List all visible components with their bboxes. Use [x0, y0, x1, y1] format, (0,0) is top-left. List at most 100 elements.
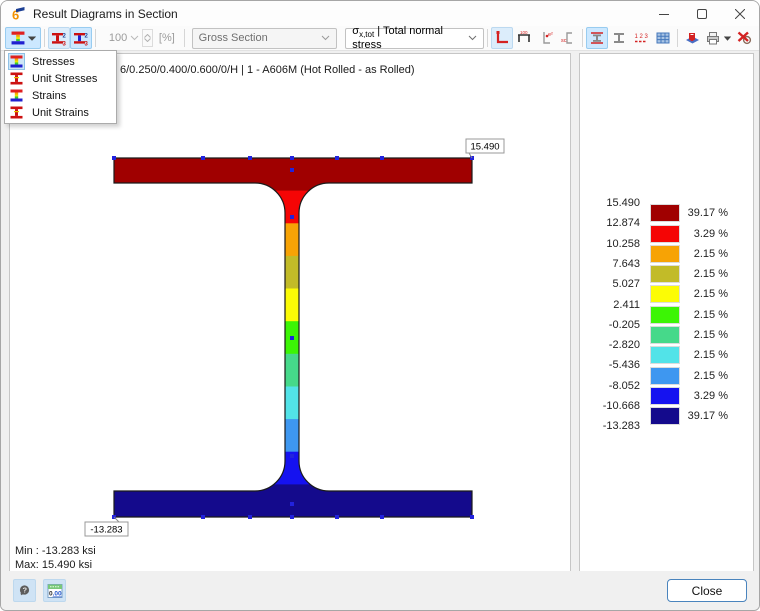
decimal-places-icon: 0.00 [47, 583, 63, 599]
legend-color-band [650, 245, 680, 263]
menu-item-label: Strains [32, 90, 66, 102]
plain-section-button[interactable] [608, 27, 630, 49]
menu-item-strains[interactable]: Strains [5, 87, 116, 104]
svg-text:3: 3 [85, 41, 89, 46]
menu-item-unit-stresses[interactable]: Unit Stresses [5, 70, 116, 87]
svg-text:sc: sc [561, 38, 567, 44]
svg-text:?: ? [22, 585, 27, 594]
toolbar-separator [95, 29, 96, 47]
toolbar-separator [184, 29, 185, 47]
legend-percent: 2.15 % [684, 308, 728, 322]
menu-item-label: Stresses [32, 56, 75, 68]
legend-color-band [650, 346, 680, 364]
dimensions-button[interactable]: 100 [513, 27, 535, 49]
result-diagrams-window: 6 Result Diagrams in Section 23 23 100 [… [0, 0, 760, 611]
diagram-panel: 6/0.250/0.400/0.600/0/H | 1 - A606M (Hot… [9, 53, 571, 572]
corner-section-button[interactable] [491, 27, 513, 49]
legend-percent: 2.15 % [684, 287, 728, 301]
legend-value: 12.874 [580, 216, 640, 230]
chevron-down-icon [724, 36, 731, 41]
close-window-button[interactable] [721, 1, 759, 26]
section-combobox[interactable]: Gross Section [192, 28, 338, 49]
legend-percent: 2.15 % [684, 369, 728, 383]
legend-percent: 2.15 % [684, 328, 728, 342]
squared-unit-stresses-button[interactable]: 23 [70, 27, 92, 49]
numbering-button[interactable]: 1 2 3 [630, 27, 652, 49]
window-title: Result Diagrams in Section [33, 7, 178, 21]
reset-zoom-button[interactable] [733, 27, 755, 49]
legend-color-band [650, 306, 680, 324]
minmax-summary: Min : -13.283 ksi Max: 15.490 ksi [15, 544, 96, 572]
toolbar-separator [44, 29, 45, 47]
legend-value: -2.820 [580, 338, 640, 352]
chevron-down-icon [468, 35, 477, 41]
legend-value: 7.643 [580, 257, 640, 271]
svg-text:15.490: 15.490 [470, 142, 499, 153]
scale-value[interactable]: 100 [105, 32, 128, 44]
close-button[interactable]: Close [667, 579, 747, 602]
stresses-dropdown-button[interactable] [5, 27, 41, 49]
legend-value: -0.205 [580, 318, 640, 332]
result-3d-button[interactable] [681, 27, 703, 49]
result-type-combobox[interactable]: σx,tot | Total normal stress [345, 28, 484, 49]
magnifier-question-icon: ? [18, 584, 32, 598]
legend-percent: 2.15 % [684, 267, 728, 281]
window-controls [645, 1, 759, 26]
legend-value: -5.436 [580, 358, 640, 372]
legend-value: -8.052 [580, 379, 640, 393]
legend-color-band [650, 204, 680, 222]
print-button[interactable] [703, 27, 733, 49]
svg-text:2: 2 [63, 33, 67, 39]
menu-item-stresses[interactable]: Stresses [5, 53, 116, 70]
svg-text:2: 2 [85, 33, 89, 39]
e-points-button[interactable]: e² [535, 27, 557, 49]
toolbar-separator [487, 29, 488, 47]
minimize-button[interactable] [645, 1, 683, 26]
stresses-dropdown-menu: Stresses Unit Stresses Strains Unit Strains [4, 50, 117, 124]
legend-color-band [650, 285, 680, 303]
legend-color-band [650, 387, 680, 405]
unit-strains-icon [9, 105, 24, 120]
chevron-down-icon[interactable] [130, 35, 139, 41]
title-bar: 6 Result Diagrams in Section [1, 1, 759, 26]
legend-color-band [650, 326, 680, 344]
legend-percent: 39.17 % [684, 409, 728, 423]
max-value-text: Max: 15.490 ksi [15, 558, 96, 572]
legend-panel: 15.49012.87410.2587.6435.0272.411-0.205-… [579, 53, 754, 572]
legend-value: -13.283 [580, 419, 640, 433]
menu-item-unit-strains[interactable]: Unit Strains [5, 104, 116, 121]
svg-text:-13.283: -13.283 [90, 525, 122, 536]
scale-spinner[interactable] [142, 29, 153, 47]
app-icon: 6 [10, 6, 26, 22]
legend-percent: 2.15 % [684, 247, 728, 261]
menu-item-label: Unit Stresses [32, 73, 97, 85]
svg-text:e²: e² [548, 32, 553, 38]
menu-item-label: Unit Strains [32, 107, 89, 119]
help-button[interactable]: ? [13, 579, 36, 602]
legend-color-band [650, 407, 680, 425]
status-bar: ? 0.00 Close [1, 571, 759, 610]
legend-value: 15.490 [580, 196, 640, 210]
legend-percent: 3.29 % [684, 389, 728, 403]
chevron-down-icon [321, 35, 330, 41]
legend-percent: 2.15 % [684, 348, 728, 362]
legend-value: 5.027 [580, 277, 640, 291]
chevron-down-icon [28, 36, 36, 41]
table-button[interactable] [652, 27, 674, 49]
legend-color-band [650, 265, 680, 283]
stresses-icon [9, 54, 24, 69]
svg-text:3: 3 [63, 41, 67, 46]
units-decimals-button[interactable]: 0.00 [43, 579, 66, 602]
svg-text:0.00: 0.00 [49, 590, 62, 597]
legend-percent: 39.17 % [684, 206, 728, 220]
maximize-button[interactable] [683, 1, 721, 26]
squared-stresses-button[interactable]: 23 [48, 27, 70, 49]
strains-icon [9, 88, 24, 103]
stress-on-section-button[interactable] [586, 27, 608, 49]
shear-center-button[interactable]: sc [557, 27, 579, 49]
percent-label: [%] [159, 32, 175, 44]
toolbar-right-group: 100 e² sc 1 2 3 [484, 27, 755, 49]
toolbar-separator [582, 29, 583, 47]
section-stress-diagram: 15.490 -13.283 [10, 54, 570, 571]
legend-value: 10.258 [580, 237, 640, 251]
